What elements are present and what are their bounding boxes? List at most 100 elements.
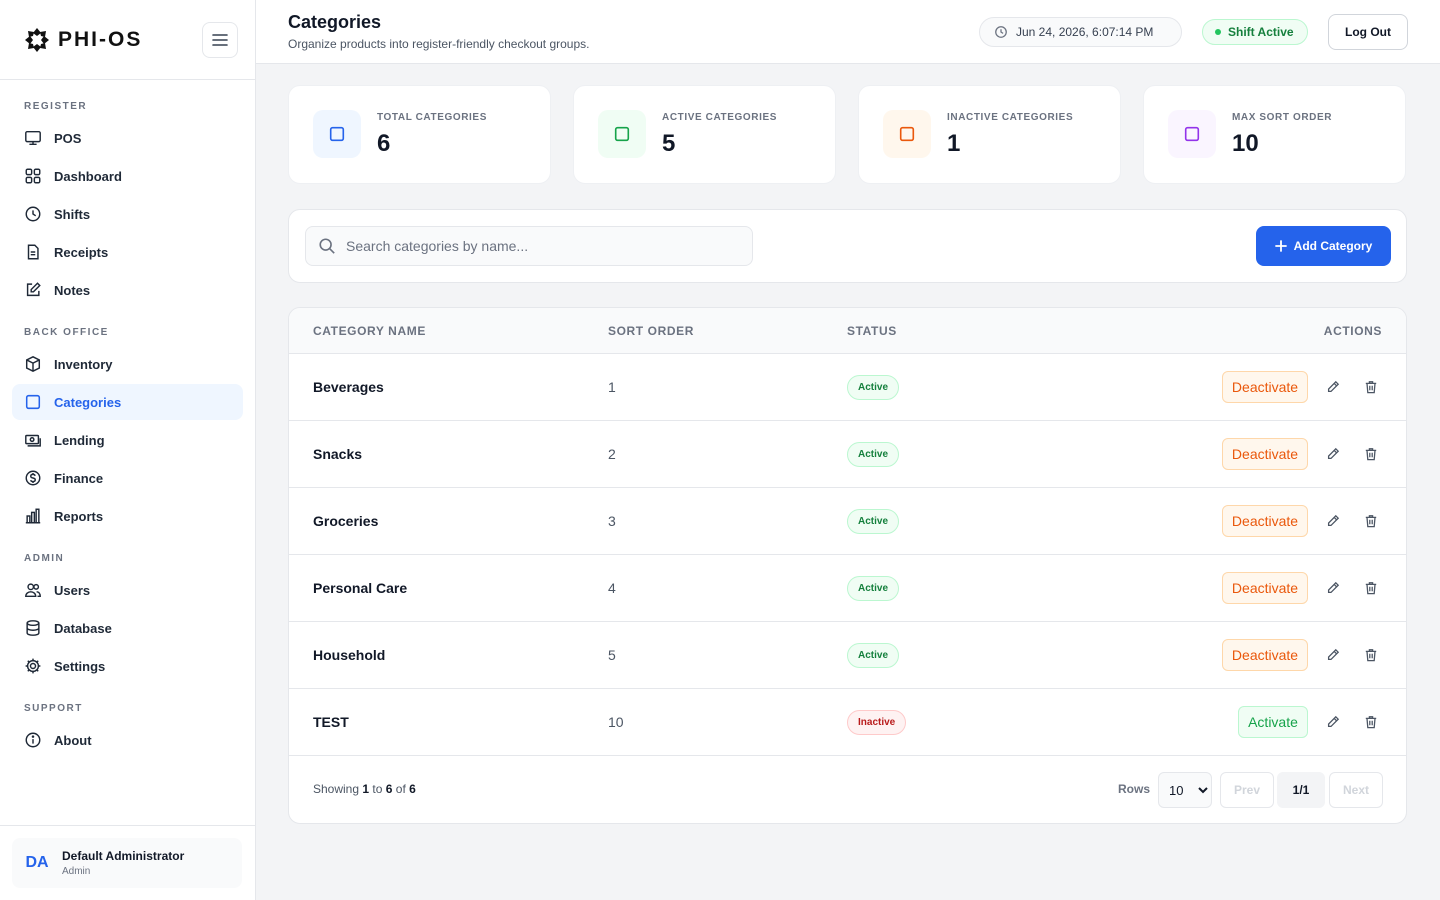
monitor-icon xyxy=(25,130,41,146)
deactivate-button[interactable]: Deactivate xyxy=(1222,639,1308,671)
delete-button[interactable] xyxy=(1358,642,1384,668)
deactivate-button[interactable]: Deactivate xyxy=(1222,505,1308,537)
add-category-button[interactable]: Add Category xyxy=(1256,226,1391,266)
avatar: DA xyxy=(25,854,49,871)
table-footer: Showing 1 to 6 of 6 Rows 10 Prev 1/1 Nex… xyxy=(289,756,1406,823)
search-icon xyxy=(319,238,335,254)
user-name: Default Administrator xyxy=(62,849,185,863)
stat-label: MAX SORT ORDER xyxy=(1232,112,1333,123)
column-header-sort[interactable]: SORT ORDER xyxy=(608,324,694,338)
stat-value: 10 xyxy=(1232,130,1259,157)
sidebar-item-about[interactable]: About xyxy=(12,722,243,758)
sidebar-item-categories[interactable]: Categories xyxy=(12,384,243,420)
receipt-icon xyxy=(27,244,39,260)
category-name: Groceries xyxy=(313,513,379,529)
sidebar-item-receipts[interactable]: Receipts xyxy=(12,234,243,270)
pagination-summary: Showing 1 to 6 of 6 xyxy=(313,782,416,796)
sidebar-item-shifts[interactable]: Shifts xyxy=(12,196,243,232)
stat-label: TOTAL CATEGORIES xyxy=(377,112,487,123)
sidebar-item-lending[interactable]: Lending xyxy=(12,422,243,458)
brand-name: PHI-OS xyxy=(58,27,143,51)
stat-icon-box xyxy=(1168,110,1216,158)
column-header-name[interactable]: CATEGORY NAME xyxy=(313,324,426,338)
category-name: Snacks xyxy=(313,446,363,462)
sort-order: 10 xyxy=(608,714,624,730)
database-icon xyxy=(26,620,40,636)
brand-logo[interactable]: PHI-OS xyxy=(24,27,142,53)
rows-per-page-select[interactable]: 10 xyxy=(1158,772,1212,808)
stat-value: 5 xyxy=(662,130,676,157)
sidebar-item-label: Database xyxy=(54,620,112,636)
user-card[interactable]: DA Default Administrator Admin xyxy=(12,838,242,888)
edit-button[interactable] xyxy=(1320,441,1346,467)
trash-icon xyxy=(1365,515,1377,528)
column-header-status[interactable]: STATUS xyxy=(847,324,897,338)
table-row: Beverages 1 Active Deactivate xyxy=(289,354,1406,421)
search-input[interactable] xyxy=(346,238,736,254)
divider xyxy=(0,825,256,826)
prev-page-button[interactable]: Prev xyxy=(1220,772,1274,808)
delete-button[interactable] xyxy=(1358,508,1384,534)
edit-button[interactable] xyxy=(1320,374,1346,400)
stat-icon-box xyxy=(598,110,646,158)
sidebar-item-label: Settings xyxy=(54,658,106,674)
dashboard-icon xyxy=(25,168,41,184)
table-row: Household 5 Active Deactivate xyxy=(289,622,1406,689)
category-name: TEST xyxy=(313,714,349,730)
menu-toggle-button[interactable] xyxy=(202,22,238,58)
delete-button[interactable] xyxy=(1358,575,1384,601)
sidebar-item-pos[interactable]: POS xyxy=(12,120,243,156)
deactivate-button[interactable]: Deactivate xyxy=(1222,371,1308,403)
sidebar: PHI-OS REGISTER POS Dashboard Shifts Rec… xyxy=(0,0,256,900)
edit-button[interactable] xyxy=(1320,642,1346,668)
trash-icon xyxy=(1365,582,1377,595)
delete-button[interactable] xyxy=(1358,441,1384,467)
pencil-icon xyxy=(1327,380,1340,393)
plus-icon xyxy=(1274,240,1287,252)
sidebar-item-label: Reports xyxy=(54,508,104,524)
stat-card-active: ACTIVE CATEGORIES 5 xyxy=(573,85,836,184)
sidebar-item-finance[interactable]: Finance xyxy=(12,460,243,496)
hamburger-icon xyxy=(212,34,228,46)
user-role: Admin xyxy=(62,866,91,877)
pencil-icon xyxy=(1327,648,1340,661)
sidebar-item-label: About xyxy=(54,732,92,748)
delete-button[interactable] xyxy=(1358,709,1384,735)
shift-status-text: Shift Active xyxy=(1228,25,1294,39)
top-header: Categories Organize products into regist… xyxy=(256,0,1440,64)
logout-button[interactable]: Log Out xyxy=(1328,14,1408,50)
pencil-icon xyxy=(1327,447,1340,460)
deactivate-button[interactable]: Deactivate xyxy=(1222,438,1308,470)
pencil-icon xyxy=(1327,514,1340,527)
edit-button[interactable] xyxy=(1320,508,1346,534)
sidebar-item-database[interactable]: Database xyxy=(12,610,243,646)
deactivate-button[interactable]: Deactivate xyxy=(1222,572,1308,604)
showing-to: 6 xyxy=(385,782,393,796)
sidebar-item-notes[interactable]: Notes xyxy=(12,272,243,308)
sidebar-item-reports[interactable]: Reports xyxy=(12,498,243,534)
sidebar-item-settings[interactable]: Settings xyxy=(12,648,243,684)
nav-group-support: SUPPORT About xyxy=(0,702,255,758)
sidebar-item-users[interactable]: Users xyxy=(12,572,243,608)
edit-button[interactable] xyxy=(1320,575,1346,601)
sidebar-item-dashboard[interactable]: Dashboard xyxy=(12,158,243,194)
delete-button[interactable] xyxy=(1358,374,1384,400)
showing-of-word: of xyxy=(395,782,406,796)
nav-group-admin: ADMIN Users Database Settings xyxy=(0,552,255,684)
nav-group-register: REGISTER POS Dashboard Shifts Receipts N… xyxy=(0,100,255,308)
sidebar-item-inventory[interactable]: Inventory xyxy=(12,346,243,382)
sidebar-item-label: Finance xyxy=(54,470,104,486)
activate-button[interactable]: Activate xyxy=(1238,706,1308,738)
edit-button[interactable] xyxy=(1320,709,1346,735)
category-name: Household xyxy=(313,647,386,663)
stat-label: ACTIVE CATEGORIES xyxy=(662,112,778,123)
stat-icon-box xyxy=(313,110,361,158)
trash-icon xyxy=(1365,649,1377,662)
sort-order: 1 xyxy=(608,379,616,395)
nav-group-back-office: BACK OFFICE Inventory Categories Lending… xyxy=(0,326,255,534)
sidebar-item-label: POS xyxy=(54,130,82,146)
next-page-button[interactable]: Next xyxy=(1329,772,1383,808)
nav-section-title: ADMIN xyxy=(24,553,65,564)
sidebar-item-label: Shifts xyxy=(54,206,91,222)
sort-order: 4 xyxy=(608,580,616,596)
